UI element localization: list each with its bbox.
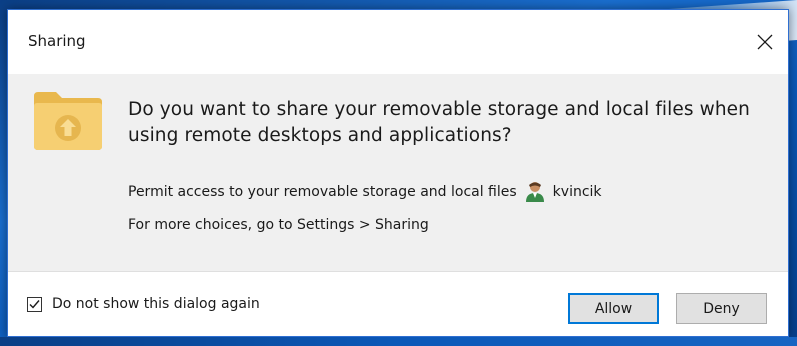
user-icon [525, 182, 544, 202]
close-icon [757, 34, 773, 50]
username: kvincik [552, 184, 602, 200]
close-button[interactable] [742, 18, 788, 66]
checkmark-icon [29, 299, 40, 309]
dialog-heading: Do you want to share your removable stor… [128, 99, 750, 146]
permit-access-row: Permit access to your removable storage … [128, 181, 602, 203]
do-not-show-checkbox[interactable] [27, 296, 42, 312]
dialog-title: Sharing [28, 32, 86, 50]
dialog-content: Do you want to share your removable stor… [8, 74, 788, 272]
do-not-show-checkbox-row[interactable]: Do not show this dialog again [27, 296, 260, 312]
deny-button[interactable]: Deny [676, 293, 767, 324]
dialog-footer: Do not show this dialog again Allow Deny [8, 272, 788, 336]
do-not-show-label: Do not show this dialog again [52, 296, 260, 312]
sharing-dialog: Sharing Do you want to share your remova… [7, 9, 789, 337]
desktop-bottom-strip [0, 337, 797, 346]
allow-button[interactable]: Allow [568, 293, 659, 324]
more-choices-text: For more choices, go to Settings > Shari… [128, 217, 429, 233]
folder-upload-icon [34, 92, 102, 150]
dialog-titlebar: Sharing [8, 10, 788, 74]
permit-access-text: Permit access to your removable storage … [128, 184, 517, 200]
